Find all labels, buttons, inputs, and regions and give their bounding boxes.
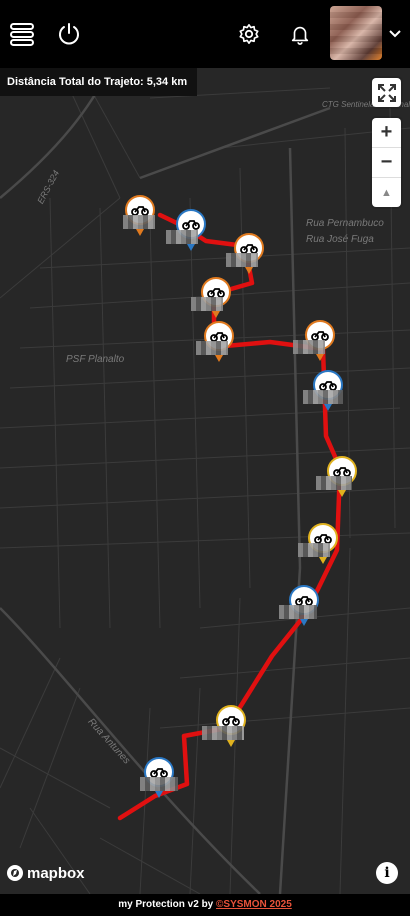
plate-blur — [166, 230, 198, 244]
mapbox-label: mapbox — [27, 864, 85, 882]
direction-arrow-icon — [300, 619, 308, 626]
direction-arrow-icon — [338, 490, 346, 497]
avatar[interactable] — [330, 6, 382, 60]
zoom-out-button[interactable]: − — [372, 148, 401, 178]
plate-blur — [293, 340, 325, 354]
bell-icon[interactable] — [288, 22, 312, 46]
direction-arrow-icon — [155, 791, 163, 798]
plate-blur — [279, 605, 317, 619]
plate-blur — [196, 341, 228, 355]
mapbox-logo[interactable]: mapbox — [6, 864, 85, 882]
compass-button[interactable]: ▲ — [372, 178, 401, 207]
footer: my Protection v2 by ©SYSMON 2025 — [0, 894, 410, 916]
zoom-in-button[interactable]: + — [372, 118, 401, 148]
menu-icon[interactable] — [8, 20, 36, 48]
direction-arrow-icon — [316, 354, 324, 361]
footer-text: my Protection v2 by — [118, 899, 217, 910]
direction-arrow-icon — [245, 267, 253, 274]
direction-arrow-icon — [324, 404, 332, 411]
footer-link[interactable]: ©SYSMON 2025 — [216, 899, 292, 910]
fullscreen-icon[interactable] — [372, 78, 401, 107]
direction-arrow-icon — [212, 311, 220, 318]
direction-arrow-icon — [215, 355, 223, 362]
power-icon[interactable] — [56, 21, 82, 47]
top-bar — [0, 0, 410, 68]
map[interactable]: ERS-324 CTG Sentinela do Planalto Rua Pe… — [0, 68, 410, 894]
direction-arrow-icon — [319, 557, 327, 564]
plate-blur — [191, 297, 223, 311]
info-button[interactable]: i — [376, 862, 398, 884]
direction-arrow-icon — [187, 244, 195, 251]
direction-arrow-icon — [136, 229, 144, 236]
navigation-control: + − ▲ — [372, 118, 401, 207]
plate-blur — [303, 390, 343, 404]
gear-icon[interactable] — [237, 22, 261, 46]
plate-blur — [202, 726, 244, 740]
plate-blur — [123, 215, 155, 229]
chevron-down-icon[interactable] — [386, 26, 404, 42]
map-label: PSF Planalto — [66, 354, 125, 365]
plate-blur — [298, 543, 330, 557]
plate-blur — [316, 476, 352, 490]
plate-blur — [140, 777, 178, 791]
map-label: Rua Pernambuco — [306, 218, 384, 229]
mapbox-icon — [7, 865, 23, 881]
fullscreen-control[interactable] — [372, 78, 401, 107]
route-distance-label: Distância Total do Trajeto: 5,34 km — [0, 68, 198, 96]
direction-arrow-icon — [227, 740, 235, 747]
map-label: Rua José Fuga — [306, 234, 374, 245]
plate-blur — [226, 253, 258, 267]
